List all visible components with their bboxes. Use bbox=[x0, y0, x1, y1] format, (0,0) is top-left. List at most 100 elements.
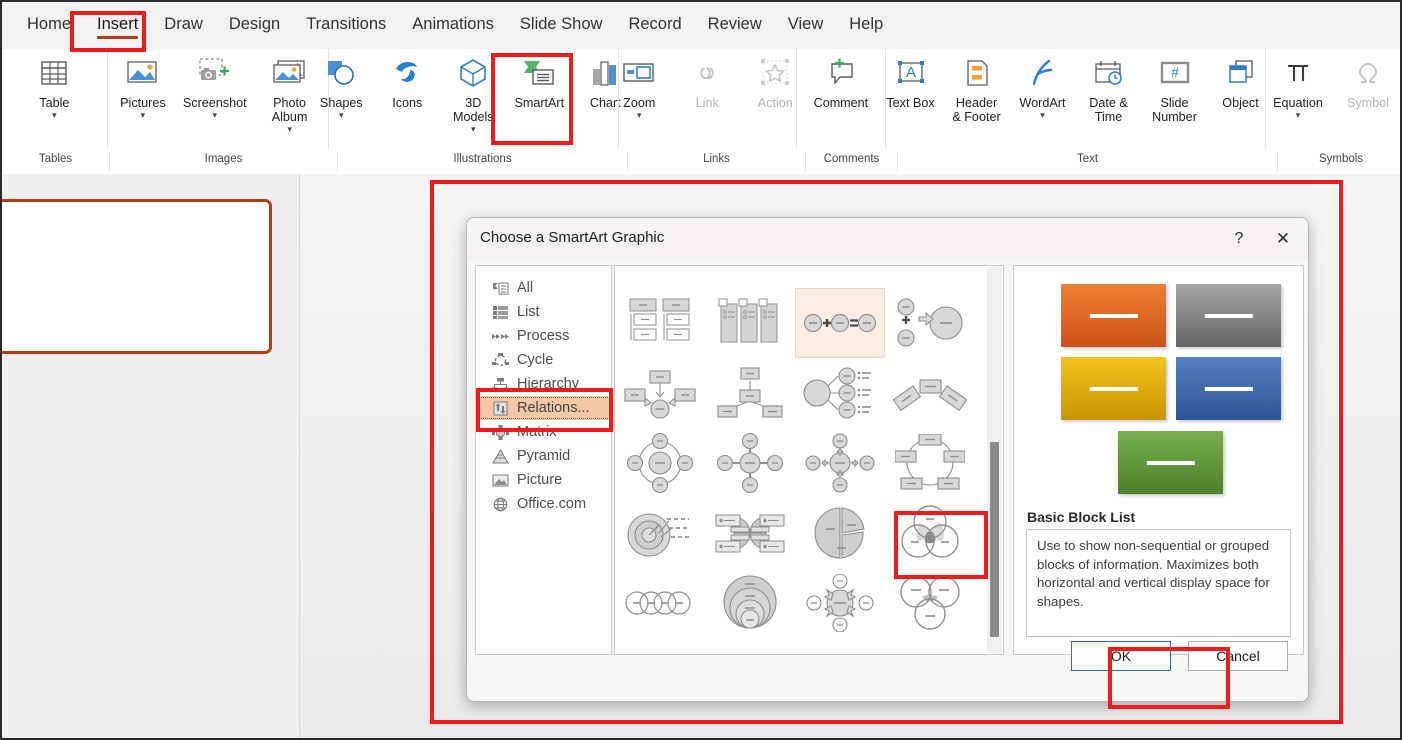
ribbon-tab-review[interactable]: Review bbox=[695, 9, 775, 42]
ribbon-button-pictures[interactable]: Pictures ▾ bbox=[111, 49, 175, 120]
slide-thumbnail-1[interactable] bbox=[2, 199, 272, 354]
smartart-gallery-grid bbox=[615, 266, 975, 638]
smartart-dialog: Choose a SmartArt Graphic ? ✕ All List P… bbox=[466, 217, 1309, 702]
gallery-thumb[interactable] bbox=[795, 428, 885, 498]
category-item-cycle[interactable]: Cycle bbox=[476, 348, 611, 372]
ribbon-button-label: Text Box bbox=[886, 96, 935, 110]
chevron-down-icon[interactable]: ▾ bbox=[471, 125, 476, 134]
ribbon-button-label: 3D Models bbox=[452, 96, 494, 124]
ribbon-button-shapes[interactable]: Shapes ▾ bbox=[309, 49, 373, 120]
gallery-thumb[interactable] bbox=[615, 358, 705, 428]
ribbon-tab-insert[interactable]: Insert bbox=[84, 9, 151, 42]
ribbon-group-comments: Comment bbox=[795, 49, 885, 149]
category-label: Picture bbox=[517, 472, 563, 488]
process-icon bbox=[489, 327, 511, 345]
ribbon-button-slide-number[interactable]: # Slide Number bbox=[1143, 49, 1207, 124]
gallery-thumb[interactable] bbox=[885, 428, 975, 498]
gallery-thumb[interactable] bbox=[615, 288, 705, 358]
ribbon-button-comment[interactable]: Comment bbox=[808, 49, 875, 110]
group-label-illustrations: Illustrations bbox=[338, 152, 628, 171]
gallery-thumb[interactable] bbox=[615, 428, 705, 498]
cancel-button[interactable]: Cancel bbox=[1188, 641, 1288, 671]
ribbon-tab-design[interactable]: Design bbox=[216, 9, 293, 42]
ribbon-button-label: Equation bbox=[1273, 96, 1323, 110]
category-item-pyramid[interactable]: Pyramid bbox=[476, 444, 611, 468]
ribbon-tab-animations[interactable]: Animations bbox=[399, 9, 507, 42]
object-icon bbox=[1225, 53, 1257, 93]
gallery-thumb[interactable] bbox=[705, 498, 795, 568]
ribbon-group-links: Zoom ▾ Link Action bbox=[617, 49, 796, 149]
ribbon-group-tables: Table ▾ bbox=[2, 49, 107, 149]
ribbon-button-label: Icons bbox=[392, 96, 423, 110]
help-icon[interactable]: ? bbox=[1217, 218, 1261, 259]
gallery-thumb-venn[interactable] bbox=[885, 498, 975, 568]
chevron-down-icon[interactable]: ▾ bbox=[637, 111, 642, 120]
comment-icon bbox=[823, 53, 859, 93]
ribbon-button-3d-models[interactable]: 3D Models ▾ bbox=[441, 49, 505, 134]
relationship-icon bbox=[489, 399, 511, 417]
group-label-links: Links bbox=[628, 152, 806, 171]
ribbon-tab-record[interactable]: Record bbox=[615, 9, 694, 42]
chevron-down-icon[interactable]: ▾ bbox=[1296, 111, 1301, 120]
chevron-down-icon[interactable]: ▾ bbox=[339, 111, 344, 120]
ribbon-button-table[interactable]: Table ▾ bbox=[22, 49, 86, 120]
zoom-icon bbox=[621, 53, 657, 93]
category-item-process[interactable]: Process bbox=[476, 324, 611, 348]
pyramid-icon bbox=[489, 447, 511, 465]
ribbon-button-label: Link bbox=[695, 96, 719, 110]
chevron-down-icon[interactable]: ▾ bbox=[287, 125, 292, 134]
gallery-thumb-selected[interactable] bbox=[795, 288, 885, 358]
ribbon-button-object[interactable]: Object bbox=[1209, 49, 1273, 110]
ribbon-button-text-box[interactable]: A Text Box bbox=[879, 49, 943, 110]
smartart-gallery[interactable] bbox=[614, 265, 1004, 655]
chevron-down-icon[interactable]: ▾ bbox=[141, 111, 146, 120]
category-item-picture[interactable]: Picture bbox=[476, 468, 611, 492]
category-list[interactable]: All List Process Cycle Hierarchy Relatio… bbox=[475, 265, 612, 655]
gallery-thumb[interactable] bbox=[705, 288, 795, 358]
gallery-thumb[interactable] bbox=[705, 358, 795, 428]
ribbon-button-header-footer[interactable]: Header & Footer bbox=[945, 49, 1009, 124]
ribbon-tab-view[interactable]: View bbox=[775, 9, 836, 42]
gallery-thumb[interactable] bbox=[795, 358, 885, 428]
ribbon-button-icons[interactable]: Icons bbox=[375, 49, 439, 110]
ribbon-button-equation[interactable]: Equation ▾ bbox=[1266, 49, 1330, 120]
category-item-relationship[interactable]: Relations... bbox=[476, 396, 611, 420]
category-item-all[interactable]: All bbox=[476, 276, 611, 300]
category-item-hierarchy[interactable]: Hierarchy bbox=[476, 372, 611, 396]
close-icon[interactable]: ✕ bbox=[1261, 218, 1305, 259]
category-item-matrix[interactable]: Matrix bbox=[476, 420, 611, 444]
ribbon-tab-slide-show[interactable]: Slide Show bbox=[507, 9, 616, 42]
matrix-icon bbox=[489, 423, 511, 441]
ribbon-tab-help[interactable]: Help bbox=[836, 9, 896, 42]
gallery-thumb[interactable] bbox=[885, 266, 975, 288]
gallery-scrollbar-thumb[interactable] bbox=[990, 442, 999, 637]
gallery-thumb[interactable] bbox=[615, 266, 705, 288]
gallery-thumb[interactable] bbox=[885, 288, 975, 358]
gallery-scrollbar[interactable] bbox=[987, 267, 1002, 653]
category-item-office-com[interactable]: Office.com bbox=[476, 492, 611, 516]
category-label: Hierarchy bbox=[517, 376, 580, 392]
ribbon-button-zoom[interactable]: Zoom ▾ bbox=[607, 49, 671, 120]
ribbon-tab-transitions[interactable]: Transitions bbox=[293, 9, 399, 42]
category-label: List bbox=[517, 304, 540, 320]
gallery-thumb[interactable] bbox=[705, 428, 795, 498]
photo-album-icon bbox=[271, 53, 309, 93]
slide-thumbnail-pane[interactable] bbox=[2, 174, 300, 738]
gallery-thumb[interactable] bbox=[885, 358, 975, 428]
ribbon-button-smartart[interactable]: SmartArt bbox=[507, 49, 571, 110]
ribbon-button-wordart[interactable]: WordArt ▾ bbox=[1011, 49, 1075, 120]
gallery-thumb[interactable] bbox=[795, 498, 885, 568]
preview-block-dash bbox=[1146, 460, 1195, 465]
gallery-thumb[interactable] bbox=[615, 498, 705, 568]
ribbon-tab-draw[interactable]: Draw bbox=[151, 9, 216, 42]
gallery-thumb[interactable] bbox=[795, 266, 885, 288]
ribbon-tab-home[interactable]: Home bbox=[14, 9, 84, 42]
gallery-thumb[interactable] bbox=[705, 266, 795, 288]
chevron-down-icon[interactable]: ▾ bbox=[212, 111, 217, 120]
ribbon-button-screenshot[interactable]: Screenshot ▾ bbox=[177, 49, 253, 120]
chevron-down-icon[interactable]: ▾ bbox=[1040, 111, 1045, 120]
category-item-list[interactable]: List bbox=[476, 300, 611, 324]
ok-button[interactable]: OK bbox=[1071, 641, 1171, 671]
ribbon-button-date-time[interactable]: Date & Time bbox=[1077, 49, 1141, 124]
chevron-down-icon[interactable]: ▾ bbox=[52, 111, 57, 120]
